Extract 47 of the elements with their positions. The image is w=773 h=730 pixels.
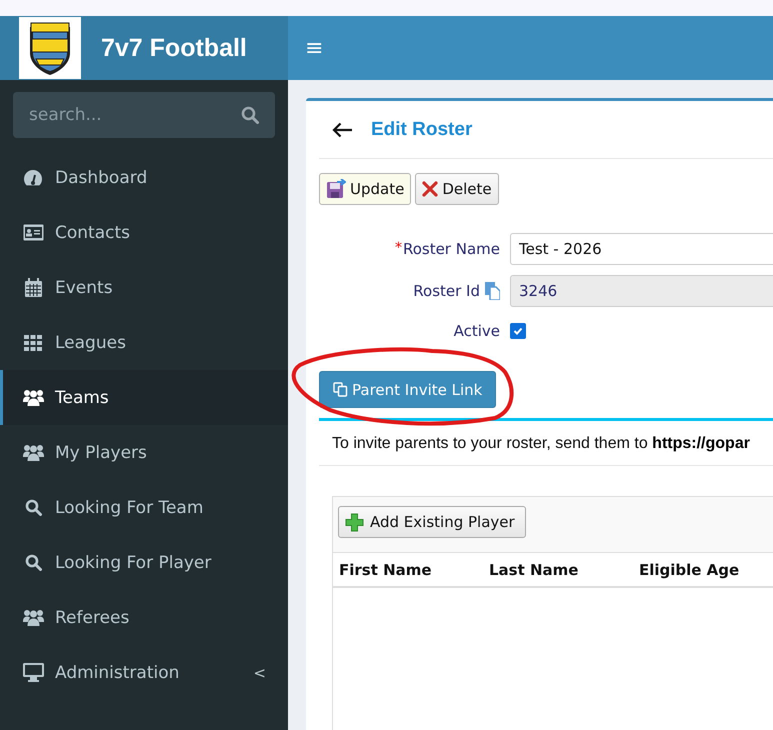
- checkmark-icon: [513, 326, 523, 336]
- grid-icon: [24, 334, 42, 350]
- column-header[interactable]: Eligible Age: [639, 560, 773, 578]
- column-header[interactable]: Last Name: [489, 560, 639, 578]
- invite-instructions: To invite parents to your roster, send them to https://gopar: [332, 435, 750, 452]
- sidebar-item[interactable]: My Players: [0, 425, 288, 480]
- delete-x-icon: [422, 181, 438, 197]
- id-card-icon: [22, 224, 44, 241]
- sidebar-item[interactable]: Looking For Team: [0, 480, 288, 535]
- delete-button[interactable]: Delete: [415, 173, 499, 205]
- brand-title: 7v7 Football: [101, 34, 247, 62]
- sidebar-item[interactable]: Teams: [0, 370, 288, 425]
- search-icon: [24, 499, 42, 516]
- field-label: Roster Name: [402, 240, 500, 258]
- field-label: Active: [454, 322, 500, 340]
- page-title: Edit Roster: [371, 118, 472, 140]
- column-header[interactable]: First Name: [339, 560, 489, 578]
- search-field[interactable]: search...: [13, 92, 275, 138]
- gauge-icon: [23, 168, 43, 186]
- calendar-icon: [24, 278, 42, 297]
- required-asterisk: *: [394, 240, 402, 256]
- update-button[interactable]: Update: [319, 173, 412, 205]
- sidebar-item[interactable]: Looking For Player: [0, 535, 288, 590]
- search-icon: [241, 106, 259, 124]
- monitor-icon: [22, 663, 44, 682]
- users-icon: [22, 609, 44, 626]
- sidebar-item[interactable]: Administration <: [0, 645, 288, 700]
- invite-link-button[interactable]: Parent Invite Link: [319, 371, 496, 408]
- back-arrow-icon[interactable]: [332, 122, 353, 138]
- copy-icon: [333, 382, 348, 397]
- sidebar-item[interactable]: Referees: [0, 590, 288, 645]
- collapse-caret[interactable]: <: [253, 664, 266, 682]
- sidebar-item[interactable]: Contacts: [0, 205, 288, 260]
- sidebar-item[interactable]: Leagues: [0, 315, 288, 370]
- add-player-button[interactable]: Add Existing Player: [338, 506, 526, 538]
- name-field[interactable]: Test - 2026: [510, 233, 773, 265]
- sidebar-item[interactable]: Dashboard: [0, 150, 288, 205]
- field-label: Roster Id: [413, 282, 480, 300]
- active-checkbox[interactable]: [510, 323, 526, 339]
- users-icon: [22, 444, 44, 461]
- plus-icon: [345, 512, 364, 532]
- search-icon: [24, 554, 42, 571]
- id-field[interactable]: 3246: [510, 275, 773, 307]
- users-icon: [22, 389, 44, 406]
- menu-toggle[interactable]: ≡: [305, 36, 324, 60]
- copy-icon[interactable]: [485, 282, 500, 300]
- sidebar-item[interactable]: Events: [0, 260, 288, 315]
